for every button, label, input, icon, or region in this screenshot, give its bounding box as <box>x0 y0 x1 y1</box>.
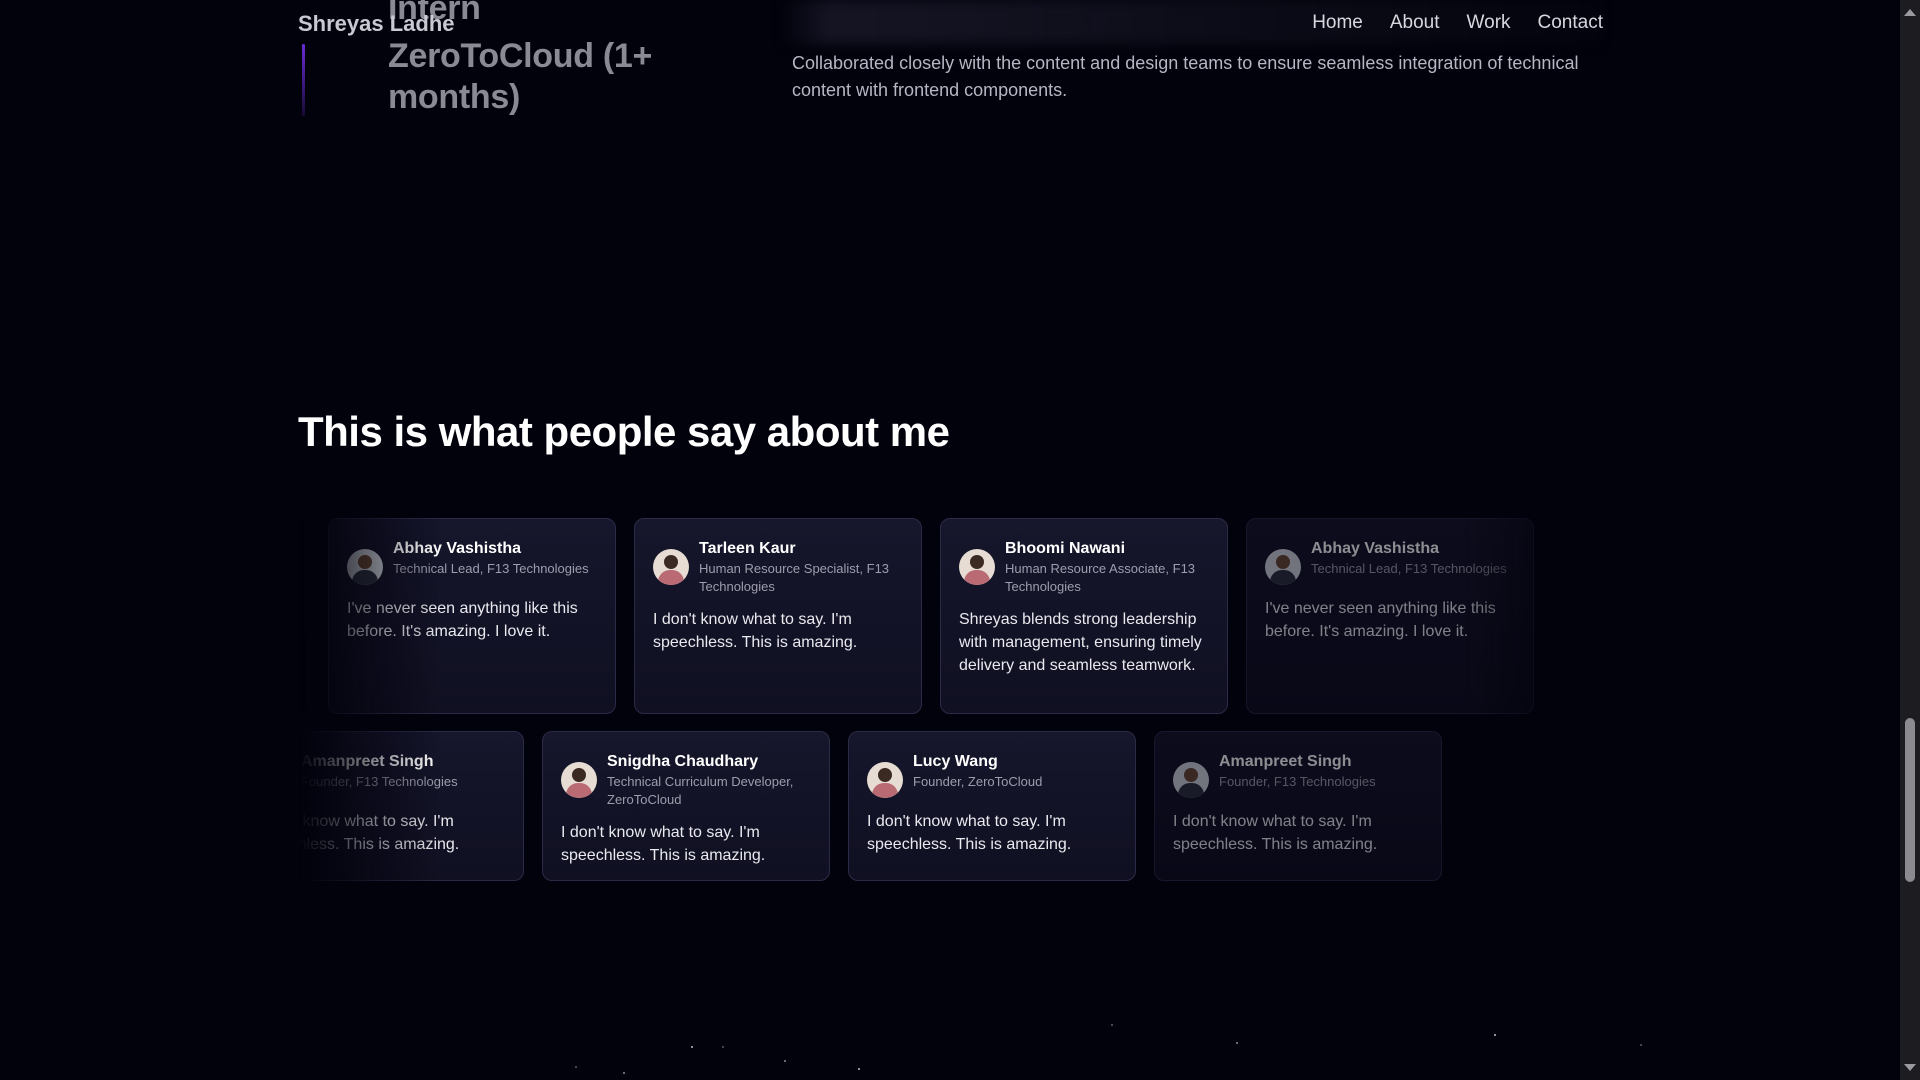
man-avatar-icon <box>347 549 383 585</box>
man-avatar-icon <box>1265 549 1301 585</box>
testimonial-card[interactable]: Amanpreet Singh Founder, F13 Technologies… <box>1154 731 1442 881</box>
scrollbar-thumb[interactable] <box>1905 718 1915 882</box>
testimonial-name: Abhay Vashistha <box>393 540 522 557</box>
testimonials-track-1: Bhoomi Nawani Human Resource Associate, F… <box>298 518 1534 714</box>
testimonial-card[interactable]: Abhay Vashistha Technical Lead, F13 Techn… <box>1246 518 1534 714</box>
card-meta: Lucy Wang Founder, ZeroToCloud <box>913 752 1117 791</box>
testimonial-name: Bhoomi Nawani <box>1005 540 1126 557</box>
star-dot <box>1640 1044 1642 1046</box>
scroll-down-arrow-icon[interactable] <box>1904 1064 1916 1071</box>
testimonial-quote: I don't know what to say. I'm speechless… <box>653 611 858 651</box>
star-dot <box>858 1068 860 1070</box>
star-dot <box>1111 1024 1113 1026</box>
testimonial-role: Founder, ZeroToCloud <box>913 774 1043 789</box>
testimonial-name: Tarleen Kaur <box>699 540 796 557</box>
testimonial-quote: I don't know what to say. I'm speechless… <box>561 824 766 864</box>
testimonials-title: This is what people say about me <box>298 408 950 455</box>
testimonial-role: Technical Lead, F13 Technologies <box>1311 561 1507 576</box>
card-meta: Snigdha Chaudhary Technical Curriculum De… <box>607 752 811 809</box>
testimonial-name: Snigdha Chaudhary <box>607 753 759 770</box>
experience-description: Collaborated closely with the content an… <box>792 53 1579 100</box>
testimonial-role: Founder, F13 Technologies <box>301 774 458 789</box>
woman-avatar-icon <box>959 549 995 585</box>
nav-link-contact[interactable]: Contact <box>1538 12 1603 34</box>
testimonials-row-1: Bhoomi Nawani Human Resource Associate, F… <box>298 518 1602 714</box>
testimonials-track-2: Lucy Wang Founder, ZeroToCloud I don't kno… <box>298 731 1442 881</box>
testimonial-card[interactable]: Tarleen Kaur Human Resource Specialist, F… <box>634 518 922 714</box>
card-meta: Abhay Vashistha Technical Lead, F13 Techn… <box>393 539 597 578</box>
testimonial-quote: I don't know what to say. I'm speechless… <box>867 813 1072 853</box>
woman-avatar-icon <box>867 762 903 798</box>
testimonial-quote: I've never seen anything like this befor… <box>347 600 578 640</box>
page-scrollbar[interactable] <box>1900 0 1920 1080</box>
testimonials-row-2: Lucy Wang Founder, ZeroToCloud I don't kno… <box>298 731 1602 881</box>
card-header: Tarleen Kaur Human Resource Specialist, F… <box>653 539 903 596</box>
testimonial-name: Abhay Vashistha <box>1311 540 1440 557</box>
card-header: Snigdha Chaudhary Technical Curriculum De… <box>561 752 811 809</box>
card-header: Bhoomi Nawani Human Resource Associate, F… <box>959 539 1209 596</box>
portfolio-page: Intern ZeroToCloud (1+ months) Collabora… <box>0 0 1900 1080</box>
man-avatar-icon <box>1173 762 1209 798</box>
star-dot <box>1494 1034 1496 1036</box>
nav-link-home[interactable]: Home <box>1312 12 1363 34</box>
scroll-up-arrow-icon[interactable] <box>1904 9 1916 16</box>
card-meta: Tarleen Kaur Human Resource Specialist, F… <box>699 539 903 596</box>
testimonial-quote: Shreyas blends strong leadership with ma… <box>959 611 1202 674</box>
experience-company: ZeroToCloud (1+ months) <box>388 37 653 116</box>
testimonial-quote: I don't know what to say. I'm speechless… <box>1173 813 1378 853</box>
star-dot <box>575 1066 577 1068</box>
testimonial-quote: I've never seen anything like this befor… <box>1265 600 1496 640</box>
timeline-line <box>302 44 305 116</box>
card-header: Amanpreet Singh Founder, F13 Technologies <box>298 752 505 798</box>
testimonial-name: Amanpreet Singh <box>301 753 434 770</box>
nav-link-work[interactable]: Work <box>1467 12 1511 34</box>
star-dot <box>623 1072 625 1074</box>
testimonial-card[interactable]: Abhay Vashistha Technical Lead, F13 Techn… <box>328 518 616 714</box>
nav-links: Home About Work Contact <box>1312 12 1603 34</box>
card-meta: Abhay Vashistha Technical Lead, F13 Techn… <box>1311 539 1515 578</box>
testimonial-card[interactable]: Snigdha Chaudhary Technical Curriculum De… <box>542 731 830 881</box>
testimonial-name: Amanpreet Singh <box>1219 753 1352 770</box>
card-meta: Amanpreet Singh Founder, F13 Technologies <box>301 752 505 791</box>
card-header: Abhay Vashistha Technical Lead, F13 Techn… <box>1265 539 1515 585</box>
testimonial-card[interactable]: Bhoomi Nawani Human Resource Associate, F… <box>940 518 1228 714</box>
card-header: Lucy Wang Founder, ZeroToCloud <box>867 752 1117 798</box>
star-dot <box>722 1046 724 1048</box>
testimonial-name: Lucy Wang <box>913 753 998 770</box>
nav-link-about[interactable]: About <box>1390 12 1440 34</box>
testimonial-card[interactable]: Amanpreet Singh Founder, F13 Technologies… <box>298 731 524 881</box>
card-header: Abhay Vashistha Technical Lead, F13 Techn… <box>347 539 597 585</box>
card-meta: Bhoomi Nawani Human Resource Associate, F… <box>1005 539 1209 596</box>
testimonial-quote: I don't know what to say. I'm speechless… <box>298 813 460 853</box>
star-dot <box>784 1060 786 1062</box>
testimonial-role: Technical Curriculum Developer, ZeroToCl… <box>607 774 794 807</box>
testimonial-role: Human Resource Associate, F13 Technologi… <box>1005 561 1196 594</box>
star-dot <box>691 1046 693 1048</box>
testimonial-card[interactable]: Bhoomi NawaniHuman Resource Associate, F… <box>298 518 310 714</box>
woman-avatar-icon <box>561 762 597 798</box>
woman-avatar-icon <box>653 549 689 585</box>
navbar: Shreyas Ladhe Home About Work Contact <box>0 0 1900 46</box>
testimonial-card[interactable]: Lucy Wang Founder, ZeroToCloud I don't kno… <box>848 731 1136 881</box>
testimonial-role: Technical Lead, F13 Technologies <box>393 561 589 576</box>
star-dot <box>1236 1042 1238 1044</box>
testimonial-role: Human Resource Specialist, F13 Technolog… <box>699 561 890 594</box>
card-meta: Amanpreet Singh Founder, F13 Technologies <box>1219 752 1423 791</box>
brand-logo[interactable]: Shreyas Ladhe <box>298 11 455 37</box>
testimonial-role: Founder, F13 Technologies <box>1219 774 1376 789</box>
card-header: Amanpreet Singh Founder, F13 Technologies <box>1173 752 1423 798</box>
